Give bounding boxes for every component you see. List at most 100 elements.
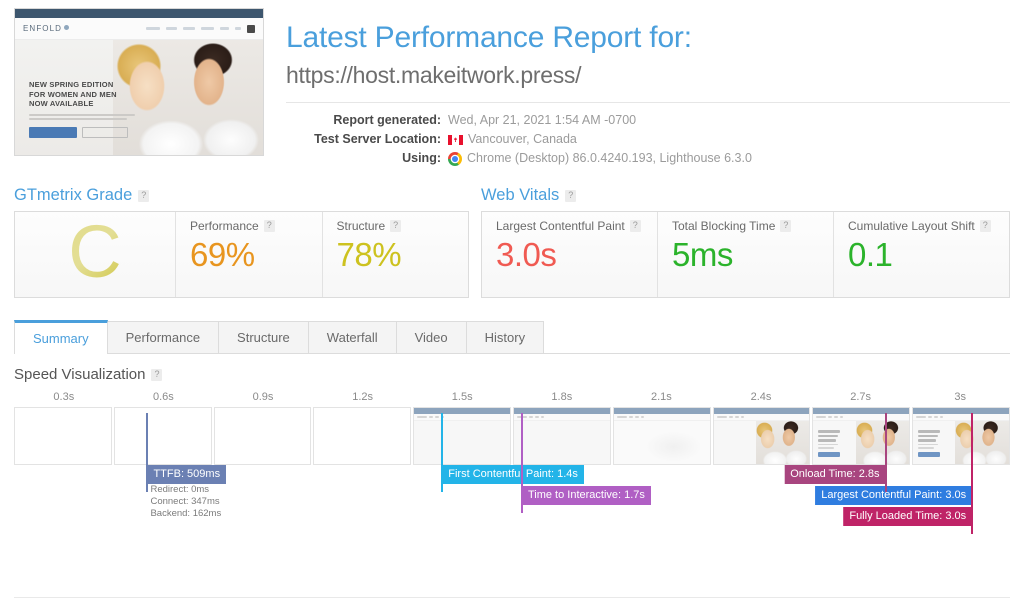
lcp-label-row: Largest Contentful Paint ?: [496, 219, 657, 233]
tab-video[interactable]: Video: [395, 321, 467, 353]
thumbnail-topbar: [15, 9, 263, 18]
performance-label: Performance: [190, 219, 259, 233]
lcp-help-icon[interactable]: ?: [629, 220, 641, 232]
frame-hero-photo: [755, 421, 810, 464]
frame-body: [913, 421, 1009, 464]
timeline-badge-first-contentful-paint[interactable]: First Contentful Paint: 1.4s: [442, 465, 584, 484]
gtmetrix-grade-panel: GTmetrix Grade ? C Performance ? 69% Str…: [14, 186, 469, 298]
filmstrip-frame[interactable]: [812, 407, 911, 465]
timeline-marker-line-time-to-interactive: [520, 413, 523, 513]
thumbnail-hero-line1: NEW SPRING EDITION: [29, 80, 114, 89]
tab-summary[interactable]: Summary: [14, 320, 108, 354]
timeline-badge-largest-contentful-paint[interactable]: Largest Contentful Paint: 3.0s: [815, 486, 973, 505]
tbt-value: 5ms: [672, 236, 733, 273]
canada-flag-icon: [448, 134, 463, 145]
structure-value: 78%: [336, 236, 402, 273]
thumbnail-topbar-text: [15, 9, 263, 15]
meta-generated-text: Wed, Apr 21, 2021 1:54 AM -0700: [448, 113, 637, 127]
thumbnail-hero-primary-button: [29, 127, 77, 138]
meta-using-text: Chrome (Desktop) 86.0.4240.193, Lighthou…: [467, 151, 752, 165]
timeline-badge-time-to-interactive[interactable]: Time to Interactive: 1.7s: [521, 486, 651, 505]
tab-structure[interactable]: Structure: [218, 321, 309, 353]
timeline-tick: 1.5s: [451, 391, 473, 403]
timeline-tick: 1.8s: [551, 391, 573, 403]
meta-value-location: Vancouver, Canada: [448, 130, 577, 149]
thumbnail-hero-paragraph: [29, 113, 149, 120]
meta-row-using: Using: Chrome (Desktop) 86.0.4240.193, L…: [286, 149, 1010, 168]
timeline-ticks: 0.3s 0.6s 0.9s 1.2s 1.5s 1.8s 2.1s 2.4s 2.7s 3s: [14, 391, 1010, 407]
speed-visualization: Speed Visualization ? 0.3s 0.6s 0.9s 1.2s 1.…: [14, 366, 1010, 534]
lcp-value: 3.0s: [496, 236, 557, 273]
frame-hero-text: [918, 430, 954, 457]
frame-browser-nav: [613, 414, 710, 421]
score-panels: GTmetrix Grade ? C Performance ? 69% Str…: [0, 186, 1024, 298]
meta-location-text: Vancouver, Canada: [468, 132, 577, 146]
tbt-help-icon[interactable]: ?: [780, 220, 792, 232]
frame-hero-button: [918, 451, 941, 457]
grade-letter: C: [68, 209, 122, 293]
thumbnail-hero-line2: FOR WOMEN AND MEN: [29, 89, 117, 99]
lcp-label: Largest Contentful Paint: [496, 219, 625, 233]
tab-history[interactable]: History: [465, 321, 545, 353]
report-header: ENFOLD NEW SPRING EDITION FOR WOMEN AND …: [0, 0, 1024, 168]
timeline-marker-line-fully-loaded-time: [971, 413, 974, 534]
frame-body: [414, 421, 510, 464]
frame-hero-button: [818, 451, 841, 457]
tbt-label-row: Total Blocking Time ?: [672, 219, 833, 233]
timeline-badge-ttfb[interactable]: TTFB: 509ms: [147, 465, 227, 484]
lcp-cell: Largest Contentful Paint ? 3.0s: [482, 212, 657, 297]
thumbnail-menu-item: [166, 27, 177, 30]
thumbnail-menu-item: [201, 27, 214, 30]
structure-label: Structure: [336, 219, 386, 233]
filmstrip-frame[interactable]: [413, 407, 511, 465]
site-thumbnail[interactable]: ENFOLD NEW SPRING EDITION FOR WOMEN AND …: [14, 8, 264, 156]
timeline-badge-detail-line: Connect: 347ms: [150, 496, 220, 507]
filmstrip-frame[interactable]: [612, 407, 711, 465]
timeline-marker-line-onload-time: [884, 413, 887, 492]
frame-browser-nav: [513, 414, 610, 421]
report-url[interactable]: https://host.makeitwork.press/: [286, 60, 1010, 90]
timeline-badge-fully-loaded-time[interactable]: Fully Loaded Time: 3.0s: [843, 507, 973, 526]
timeline-badge-onload-time[interactable]: Onload Time: 2.8s: [784, 465, 886, 484]
filmstrip-frame[interactable]: [213, 407, 312, 465]
filmstrip-frame[interactable]: [14, 407, 112, 465]
web-vitals-heading: Web Vitals ?: [481, 186, 1010, 205]
tab-performance[interactable]: Performance: [106, 321, 220, 353]
frame-partial-content: [613, 421, 710, 464]
frame-body: [813, 421, 910, 464]
performance-help-icon[interactable]: ?: [263, 220, 275, 232]
speed-visualization-help-icon[interactable]: ?: [151, 368, 163, 381]
filmstrip-frame[interactable]: [313, 407, 412, 465]
timeline-badge-detail-line: Redirect: 0ms: [150, 484, 210, 495]
gtmetrix-grade-heading-text: GTmetrix Grade: [14, 186, 133, 204]
meta-label-generated: Report generated:: [333, 113, 441, 127]
web-vitals-panel: Web Vitals ? Largest Contentful Paint ? …: [481, 186, 1010, 298]
web-vitals-box: Largest Contentful Paint ? 3.0s Total Bl…: [481, 211, 1010, 298]
web-vitals-heading-text: Web Vitals: [481, 186, 560, 204]
performance-value: 69%: [190, 236, 255, 273]
thumbnail-menu: [146, 24, 255, 33]
thumbnail-hero-secondary-button: [82, 127, 128, 138]
filmstrip-frame[interactable]: [512, 407, 611, 465]
thumbnail-hero-buttons: [29, 127, 149, 138]
frame-hero-photo: [955, 421, 1009, 464]
filmstrip-frame[interactable]: [113, 407, 212, 465]
filmstrip-frame[interactable]: [712, 407, 811, 465]
cls-label-row: Cumulative Layout Shift ?: [848, 219, 1009, 233]
cls-label: Cumulative Layout Shift: [848, 219, 975, 233]
speed-visualization-heading-text: Speed Visualization: [14, 366, 146, 383]
tbt-label: Total Blocking Time: [672, 219, 776, 233]
cls-help-icon[interactable]: ?: [979, 220, 991, 232]
timeline-tick: 2.7s: [850, 391, 871, 403]
gtmetrix-grade-help-icon[interactable]: ?: [138, 189, 150, 202]
grade-letter-cell: C: [15, 212, 175, 297]
tab-waterfall[interactable]: Waterfall: [307, 321, 397, 353]
cls-value: 0.1: [848, 236, 893, 273]
structure-help-icon[interactable]: ?: [390, 220, 402, 232]
web-vitals-help-icon[interactable]: ?: [565, 189, 577, 202]
thumbnail-menu-item: [220, 27, 229, 30]
frame-browser-nav: [813, 414, 910, 421]
filmstrip-frame[interactable]: [912, 407, 1010, 465]
structure-cell: Structure ? 78%: [321, 212, 469, 297]
thumbnail-navbar: ENFOLD: [15, 18, 263, 40]
